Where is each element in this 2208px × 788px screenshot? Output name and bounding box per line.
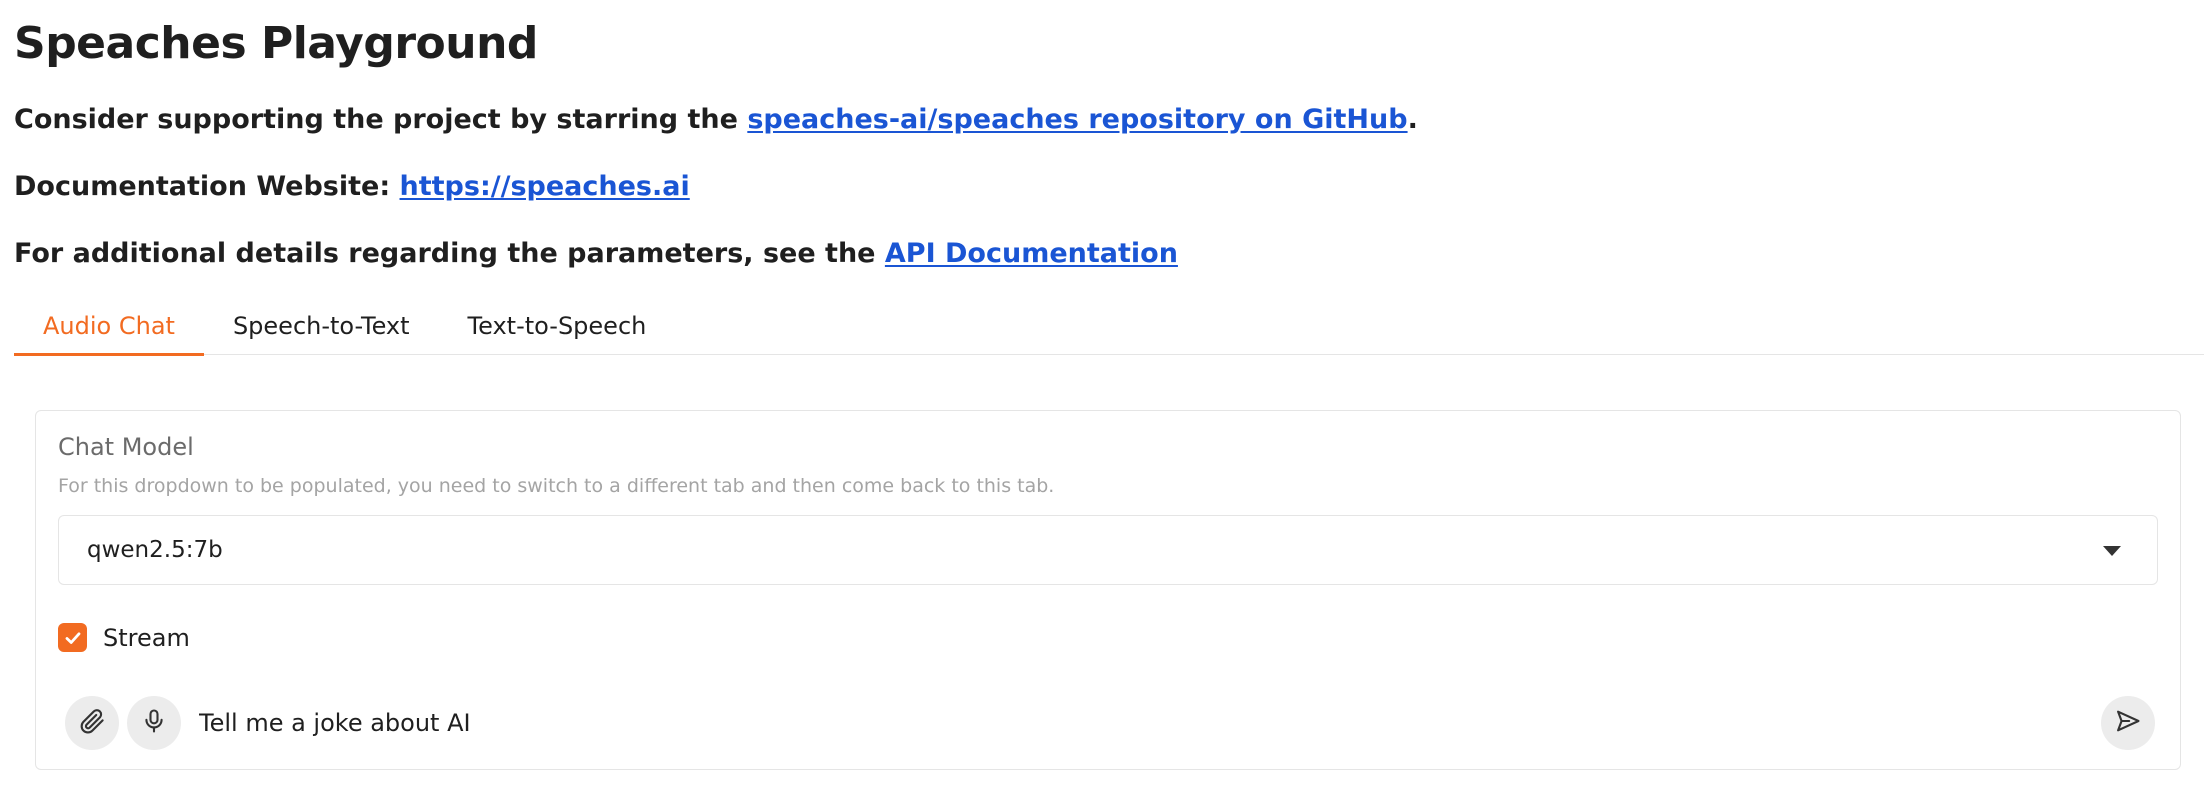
check-icon	[58, 623, 87, 652]
chat-model-info: For this dropdown to be populated, you n…	[58, 475, 1055, 497]
message-input-row	[65, 695, 2155, 751]
attach-button[interactable]	[65, 696, 119, 750]
tab-bar: Audio Chat Speech-to-Text Text-to-Speech	[14, 296, 2204, 356]
docs-text: Documentation Website: https://speaches.…	[14, 171, 690, 202]
support-text-suffix: .	[1407, 104, 1418, 135]
support-text: Consider supporting the project by starr…	[14, 104, 1418, 135]
github-repo-link[interactable]: speaches-ai/speaches repository on GitHu…	[747, 104, 1407, 135]
api-text: For additional details regarding the par…	[14, 238, 1178, 269]
microphone-button[interactable]	[127, 696, 181, 750]
paperclip-icon	[77, 706, 107, 740]
tab-audio-chat[interactable]: Audio Chat	[14, 296, 204, 356]
microphone-icon	[140, 707, 168, 739]
api-text-prefix: For additional details regarding the par…	[14, 238, 885, 269]
audio-chat-panel: Chat Model For this dropdown to be popul…	[35, 410, 2181, 770]
stream-label: Stream	[103, 623, 190, 652]
chat-model-label: Chat Model	[58, 433, 194, 461]
message-input[interactable]	[199, 698, 2101, 748]
chat-model-dropdown[interactable]: qwen2.5:7b	[58, 515, 2158, 585]
chat-model-value: qwen2.5:7b	[87, 537, 223, 563]
tab-speech-to-text[interactable]: Speech-to-Text	[204, 296, 439, 355]
docs-website-link[interactable]: https://speaches.ai	[400, 171, 690, 202]
docs-text-prefix: Documentation Website:	[14, 171, 400, 202]
support-text-prefix: Consider supporting the project by starr…	[14, 104, 748, 135]
chevron-down-icon	[2103, 546, 2121, 556]
page-title: Speaches Playground	[14, 18, 538, 69]
send-button[interactable]	[2101, 696, 2155, 750]
tab-text-to-speech[interactable]: Text-to-Speech	[439, 296, 676, 355]
send-icon	[2114, 707, 2142, 739]
stream-checkbox[interactable]: Stream	[58, 623, 190, 652]
api-docs-link[interactable]: API Documentation	[885, 238, 1178, 269]
playground-page: Speaches Playground Consider supporting …	[0, 0, 2208, 788]
